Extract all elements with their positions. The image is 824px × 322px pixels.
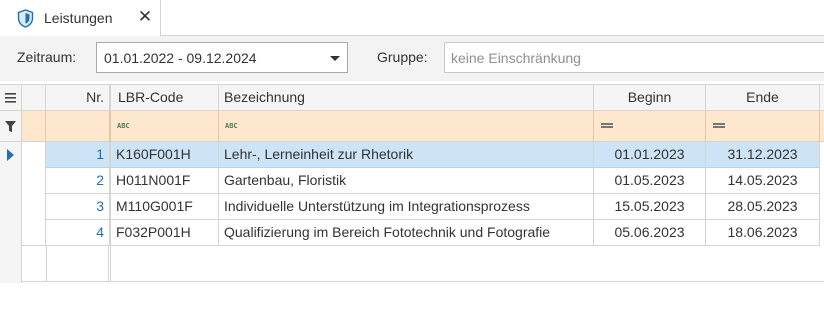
- filter-icon: [5, 121, 16, 132]
- cell-bezeichnung[interactable]: Lehr-, Lerneinheit zur Rhetorik: [219, 142, 594, 168]
- gruppe-input[interactable]: keine Einschränkung: [444, 42, 824, 73]
- cell-beginn[interactable]: 01.01.2023: [594, 142, 706, 168]
- cell-lbr-code[interactable]: M110G001F: [110, 194, 219, 220]
- cell-lbr-code[interactable]: F032P001H: [110, 220, 219, 246]
- table-row[interactable]: 2 H011N001F Gartenbau, Floristik 01.05.2…: [22, 168, 824, 194]
- grid-filter-row: ABC ABC: [22, 111, 824, 142]
- cell-bezeichnung[interactable]: Individuelle Unterstützung im Integratio…: [219, 194, 594, 220]
- cell-bezeichnung[interactable]: Qualifizierung im Bereich Fototechnik un…: [219, 220, 594, 246]
- filter-spacer: [22, 111, 46, 142]
- tab-leistungen[interactable]: Leistungen ✕: [0, 0, 161, 37]
- cell-ende[interactable]: 28.05.2023: [706, 194, 820, 220]
- cell-nr[interactable]: 4: [46, 220, 110, 246]
- filter-cell-nr[interactable]: [46, 111, 110, 142]
- grid-header-row: Nr. LBR-Code Bezeichnung Beginn Ende: [22, 85, 824, 111]
- column-header-nr[interactable]: Nr.: [46, 85, 110, 111]
- column-header-lbr-code[interactable]: LBR-Code: [110, 85, 219, 111]
- column-header-beginn[interactable]: Beginn: [594, 85, 706, 111]
- shield-icon: [17, 9, 34, 28]
- cell-beginn[interactable]: 01.05.2023: [594, 168, 706, 194]
- close-icon[interactable]: ✕: [137, 8, 153, 26]
- cell-ende[interactable]: 31.12.2023: [706, 142, 820, 168]
- cell-ende[interactable]: 14.05.2023: [706, 168, 820, 194]
- row-spacer: [22, 194, 46, 220]
- column-chooser-button[interactable]: [0, 85, 21, 111]
- cell-bezeichnung[interactable]: Gartenbau, Floristik: [219, 168, 594, 194]
- cell-beginn[interactable]: 05.06.2023: [594, 220, 706, 246]
- group-spacer: [22, 85, 46, 111]
- cell-nr[interactable]: 2: [46, 168, 110, 194]
- equals-filter-icon[interactable]: [601, 123, 613, 128]
- filter-bar: Zeitraum: 01.01.2022 - 09.12.2024 Gruppe…: [0, 36, 824, 81]
- filter-cell-beginn[interactable]: [594, 111, 706, 142]
- zeitraum-label: Zeitraum:: [17, 49, 77, 65]
- cell-nr[interactable]: 3: [46, 194, 110, 220]
- chevron-down-icon[interactable]: [330, 56, 340, 61]
- column-divider: [108, 246, 109, 282]
- table-row[interactable]: 1 K160F001H Lehr-, Lerneinheit zur Rheto…: [22, 142, 824, 168]
- cell-ende[interactable]: 18.06.2023: [706, 220, 820, 246]
- cell-lbr-code[interactable]: H011N001F: [110, 168, 219, 194]
- row-spacer: [22, 142, 46, 168]
- cell-beginn[interactable]: 15.05.2023: [594, 194, 706, 220]
- row-spacer: [22, 168, 46, 194]
- row-indicator-column: [0, 85, 22, 283]
- tab-bar: Leistungen ✕: [0, 0, 824, 37]
- filter-cell-lbr-code[interactable]: ABC: [110, 111, 219, 142]
- tab-title: Leistungen: [44, 10, 113, 26]
- gruppe-placeholder: keine Einschränkung: [451, 50, 581, 66]
- data-grid: Nr. LBR-Code Bezeichnung Beginn Ende ABC…: [0, 84, 824, 283]
- column-divider: [110, 246, 111, 282]
- grid-empty-area: [22, 246, 824, 282]
- filter-row-indicator[interactable]: [0, 111, 21, 142]
- table-row[interactable]: 3 M110G001F Individuelle Unterstützung i…: [22, 194, 824, 220]
- equals-filter-icon[interactable]: [713, 123, 725, 128]
- zeitraum-value: 01.01.2022 - 09.12.2024: [104, 50, 257, 66]
- abc-filter-icon[interactable]: ABC: [225, 122, 238, 130]
- row-spacer: [22, 220, 46, 246]
- filter-cell-ende[interactable]: [706, 111, 820, 142]
- zeitraum-dropdown[interactable]: 01.01.2022 - 09.12.2024: [96, 42, 348, 73]
- table-row[interactable]: 4 F032P001H Qualifizierung im Bereich Fo…: [22, 220, 824, 246]
- current-row-indicator: [0, 142, 21, 168]
- column-header-bezeichnung[interactable]: Bezeichnung: [219, 85, 594, 111]
- abc-filter-icon[interactable]: ABC: [117, 122, 130, 130]
- gruppe-label: Gruppe:: [377, 49, 428, 65]
- filter-cell-bezeichnung[interactable]: ABC: [219, 111, 594, 142]
- play-arrow-icon: [7, 149, 14, 161]
- cell-nr[interactable]: 1: [46, 142, 110, 168]
- column-header-ende[interactable]: Ende: [706, 85, 820, 111]
- column-divider: [46, 246, 47, 282]
- cell-lbr-code[interactable]: K160F001H: [110, 142, 219, 168]
- menu-icon: [5, 93, 16, 103]
